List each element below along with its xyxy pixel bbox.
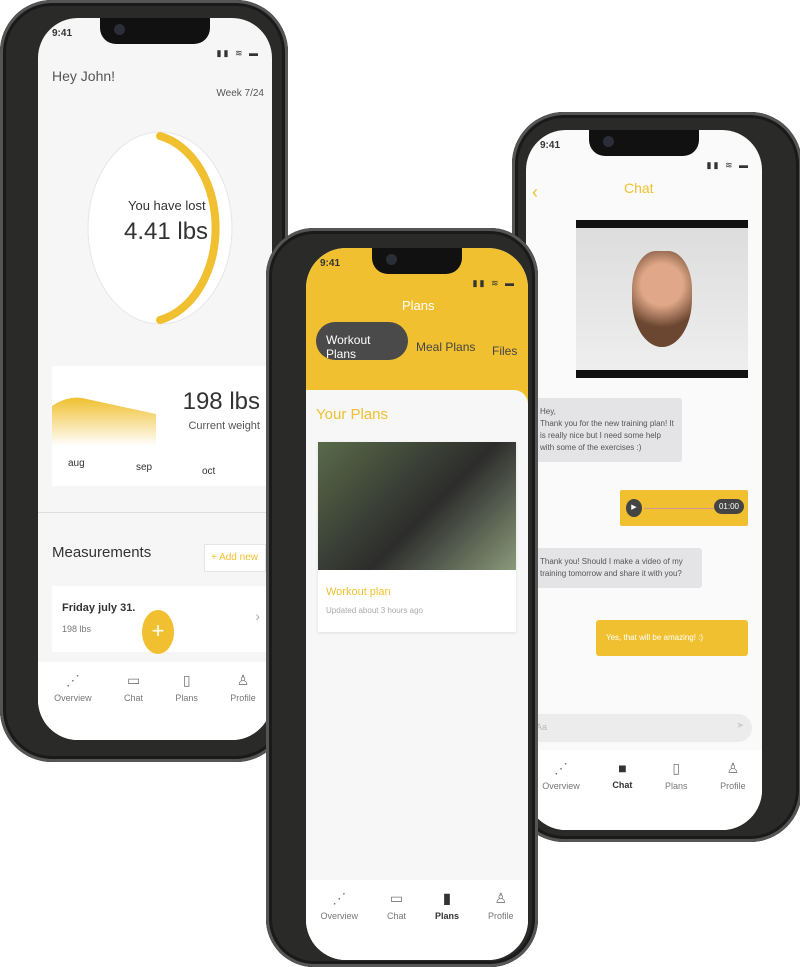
tab-bar: ⋰ Overview ■ Chat ▯ Plans ♙ Profile <box>526 750 762 830</box>
tab-chat[interactable]: ▭ Chat <box>387 890 406 960</box>
tab-chat[interactable]: ▭ Chat <box>124 672 143 740</box>
status-icons: ▮▮ ≋ ▬ <box>472 278 516 288</box>
workout-plan-card[interactable]: Workout plan Updated about 3 hours ago <box>318 442 516 632</box>
chat-title: Chat <box>624 180 654 196</box>
audio-message[interactable]: ▶ 01:00 <box>620 490 748 526</box>
tab-profile[interactable]: ♙ Profile <box>720 760 746 830</box>
document-icon: ▯ <box>672 760 681 776</box>
entry-date: Friday july 31. <box>62 602 136 614</box>
chat-icon: ▭ <box>389 890 404 906</box>
entry-weight: 198 lbs <box>62 624 92 634</box>
audio-progress[interactable] <box>644 508 714 509</box>
measurements-title: Measurements <box>52 544 152 561</box>
document-icon: ▮ <box>443 890 451 906</box>
tab-bar: ⋰ Overview ▭ Chat ▮ Plans ♙ Profile <box>306 880 528 960</box>
status-icons: ▮▮ ≋ ▬ <box>706 160 750 170</box>
card-subtitle: Updated about 3 hours ago <box>326 606 423 615</box>
profile-icon: ♙ <box>236 672 250 688</box>
tab-workout-plans[interactable]: Workout Plans <box>316 322 408 361</box>
phone-overview: 9:41 ▮▮ ≋ ▬ Hey John! Week 7/24 You have… <box>0 0 288 762</box>
lost-value: 4.41 lbs <box>124 218 209 245</box>
document-icon: ▯ <box>182 672 191 688</box>
graph-icon: ⋰ <box>332 890 347 906</box>
current-weight-label: Current weight <box>188 420 260 432</box>
card-title: Workout plan <box>326 586 391 598</box>
tab-overview[interactable]: ⋰ Overview <box>54 672 92 740</box>
send-icon[interactable]: ➤ <box>736 720 744 731</box>
tab-plans[interactable]: ▯ Plans <box>665 760 688 830</box>
status-icons: ▮▮ ≋ ▬ <box>216 48 260 58</box>
tab-overview[interactable]: ⋰ Overview <box>320 890 358 960</box>
your-plans-heading: Your Plans <box>316 406 388 423</box>
man-face-image <box>632 251 692 347</box>
weight-card: 198 lbs Current weight aug sep oct <box>52 366 266 486</box>
profile-icon: ♙ <box>494 890 508 906</box>
status-time: 9:41 <box>320 258 341 269</box>
overview-screen: 9:41 ▮▮ ≋ ▬ Hey John! Week 7/24 You have… <box>38 18 272 740</box>
current-weight-value: 198 lbs <box>182 388 260 415</box>
audio-duration: 01:00 <box>713 499 744 514</box>
weight-area-chart <box>52 397 156 446</box>
chevron-right-icon: › <box>255 608 260 624</box>
phone-chat: 9:41 ▮▮ ≋ ▬ ‹ Chat Hey, Thank you for th… <box>512 112 800 842</box>
plans-screen: 9:41 ▮▮ ≋ ▬ Plans Workout Plans Meal Pla… <box>306 248 528 960</box>
notch <box>589 130 699 156</box>
tab-chat[interactable]: ■ Chat <box>612 760 632 830</box>
phone-plans: 9:41 ▮▮ ≋ ▬ Plans Workout Plans Meal Pla… <box>266 228 538 967</box>
message-incoming: Thank you! Should I make a video of my t… <box>532 548 702 588</box>
profile-icon: ♙ <box>726 760 740 776</box>
workout-image <box>318 442 516 570</box>
tab-profile[interactable]: ♙ Profile <box>230 672 256 740</box>
status-time: 9:41 <box>540 140 561 151</box>
back-button[interactable]: ‹ <box>532 182 538 203</box>
message-outgoing: Yes, that will be amazing! :) <box>596 620 748 656</box>
tab-meal-plans[interactable]: Meal Plans <box>416 340 475 354</box>
tab-files[interactable]: Files <box>492 344 517 358</box>
notch <box>372 248 462 274</box>
greeting: Hey John! <box>52 68 116 84</box>
plus-icon[interactable]: + <box>142 610 174 654</box>
chat-screen: 9:41 ▮▮ ≋ ▬ ‹ Chat Hey, Thank you for th… <box>526 130 762 830</box>
divider <box>38 512 272 513</box>
month-label: oct <box>202 466 216 477</box>
video-message[interactable] <box>576 220 748 378</box>
month-label: aug <box>68 458 85 469</box>
graph-icon: ⋰ <box>65 672 80 688</box>
lost-label: You have lost <box>128 198 206 213</box>
plans-title: Plans <box>402 298 435 313</box>
status-time: 9:41 <box>52 28 73 39</box>
month-label: sep <box>136 462 153 473</box>
tab-bar: ⋰ Overview ▭ Chat ▯ Plans ♙ Profile <box>38 662 272 740</box>
tab-plans[interactable]: ▮ Plans <box>435 890 459 960</box>
video-thumbnail <box>576 228 748 370</box>
add-new-button[interactable]: + Add new <box>204 544 266 572</box>
tab-overview[interactable]: ⋰ Overview <box>542 760 580 830</box>
play-icon[interactable]: ▶ <box>626 499 642 517</box>
message-incoming: Hey, Thank you for the new training plan… <box>532 398 682 462</box>
tab-profile[interactable]: ♙ Profile <box>488 890 514 960</box>
chat-icon: ▭ <box>126 672 141 688</box>
chat-icon: ■ <box>618 760 627 776</box>
notch <box>100 18 210 44</box>
tab-plans[interactable]: ▯ Plans <box>175 672 198 740</box>
graph-icon: ⋰ <box>554 760 569 776</box>
week-indicator: Week 7/24 <box>216 88 264 99</box>
message-input[interactable]: Aa ➤ <box>526 714 752 742</box>
